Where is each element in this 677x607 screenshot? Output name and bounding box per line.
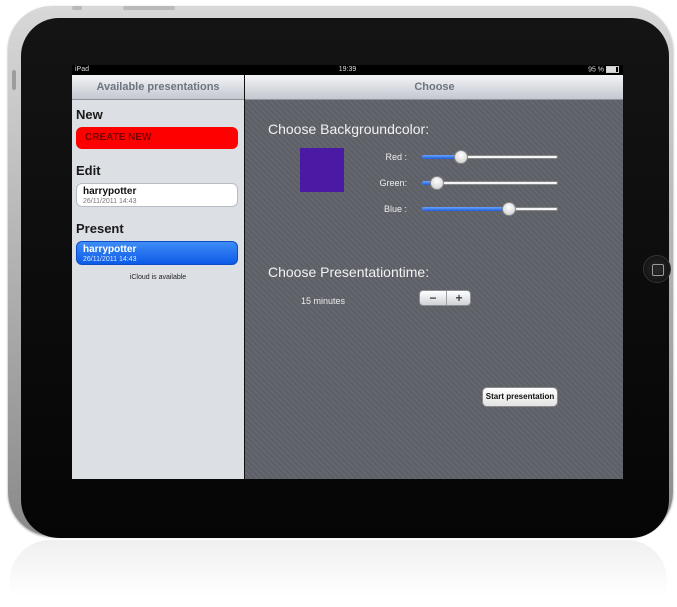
edit-item-date: 26/11/2011 14:43 [83, 198, 137, 205]
edit-item-title: harrypotter [83, 186, 137, 197]
detail-title: Choose [245, 75, 623, 100]
detail-panel: Choose Choose Backgroundcolor: Red : Gre… [244, 75, 623, 479]
section-edit-label: Edit [76, 163, 101, 178]
clock: 19:39 [338, 66, 357, 73]
present-presentation-item[interactable]: harrypotter 26/11/2011 14:43 [76, 241, 238, 265]
home-button-icon [652, 264, 664, 276]
green-slider-thumb[interactable] [429, 176, 444, 190]
present-item-title: harrypotter [83, 244, 137, 255]
volume-button [123, 6, 175, 10]
icloud-status: iCloud is available [129, 274, 187, 281]
green-slider[interactable] [422, 176, 558, 190]
blue-slider-thumb[interactable] [502, 202, 517, 216]
blue-slider-label: Blue : [383, 204, 407, 214]
present-item-date: 26/11/2011 14:43 [83, 256, 137, 263]
screen: iPad 19:39 95 % Available presentations … [72, 65, 623, 479]
battery-icon [606, 66, 619, 73]
background-color-heading: Choose Backgroundcolor: [268, 121, 430, 137]
presentation-time-heading: Choose Presentationtime: [268, 264, 430, 280]
start-presentation-button[interactable]: Start presentation [482, 387, 558, 407]
time-value: 15 minutes [301, 296, 346, 306]
time-stepper[interactable]: − + [419, 290, 471, 306]
stepper-minus-button[interactable]: − [420, 291, 447, 305]
blue-slider-fill [422, 207, 510, 211]
sleep-button [72, 6, 82, 10]
battery-percent: 95 % [588, 66, 605, 74]
red-slider-thumb[interactable] [454, 150, 469, 164]
section-present-label: Present [76, 221, 124, 236]
stepper-plus-button[interactable]: + [446, 291, 472, 305]
green-slider-label: Green: [379, 178, 407, 188]
edit-presentation-item[interactable]: harrypotter 26/11/2011 14:43 [76, 183, 238, 207]
red-slider-label: Red : [385, 152, 407, 162]
battery-status: 95 % [588, 66, 619, 73]
create-new-button[interactable]: CREATE NEW [76, 127, 238, 149]
status-bar: iPad 19:39 95 % [72, 65, 623, 75]
master-panel: Available presentations New CREATE NEW E… [72, 75, 244, 479]
mute-switch [12, 70, 16, 90]
section-new-label: New [76, 107, 103, 122]
home-button[interactable] [643, 255, 671, 283]
red-slider[interactable] [422, 150, 558, 164]
master-title: Available presentations [72, 75, 244, 100]
blue-slider[interactable] [422, 202, 558, 216]
device-reflection [10, 540, 667, 607]
